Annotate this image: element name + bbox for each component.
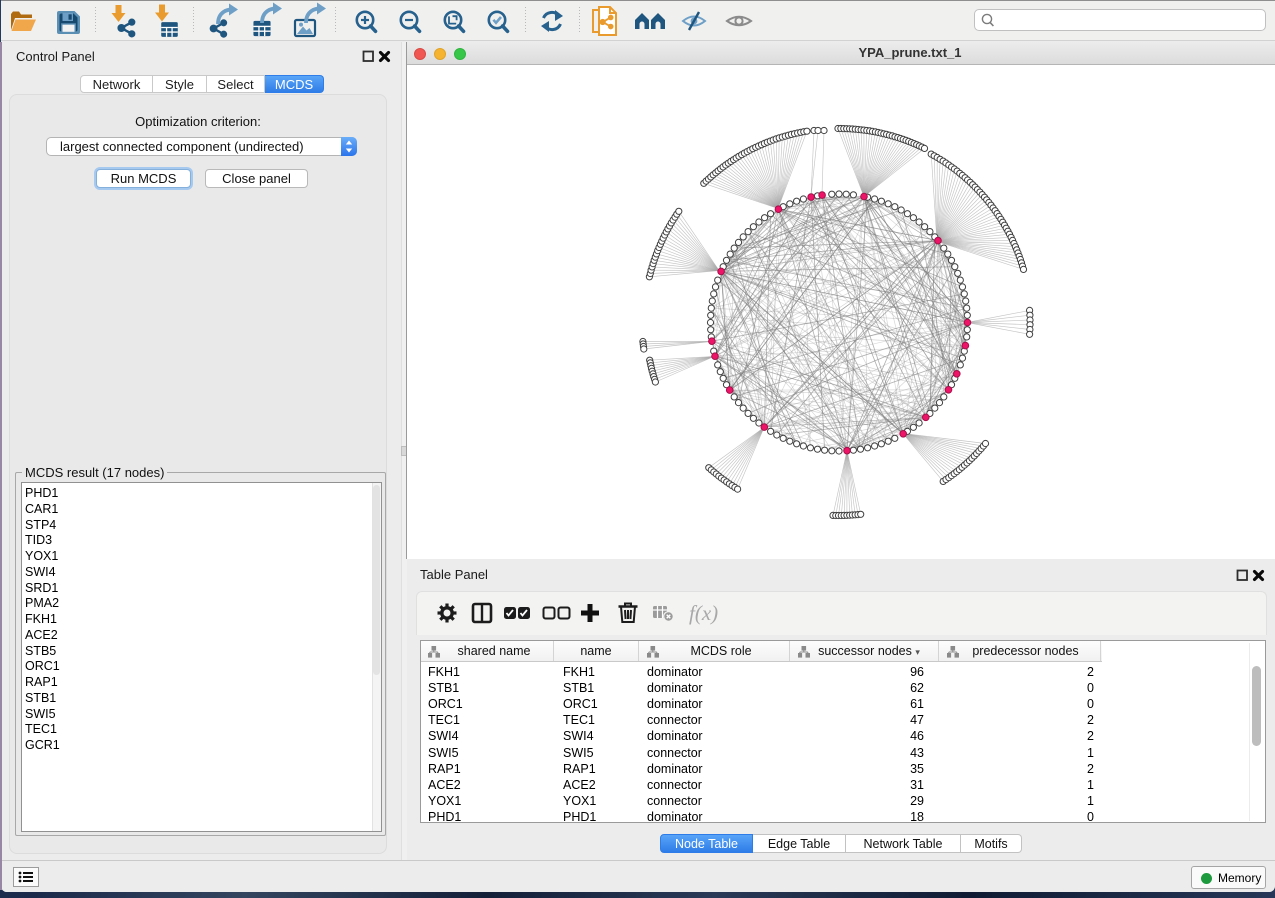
svg-text:f(x): f(x) (689, 601, 718, 625)
